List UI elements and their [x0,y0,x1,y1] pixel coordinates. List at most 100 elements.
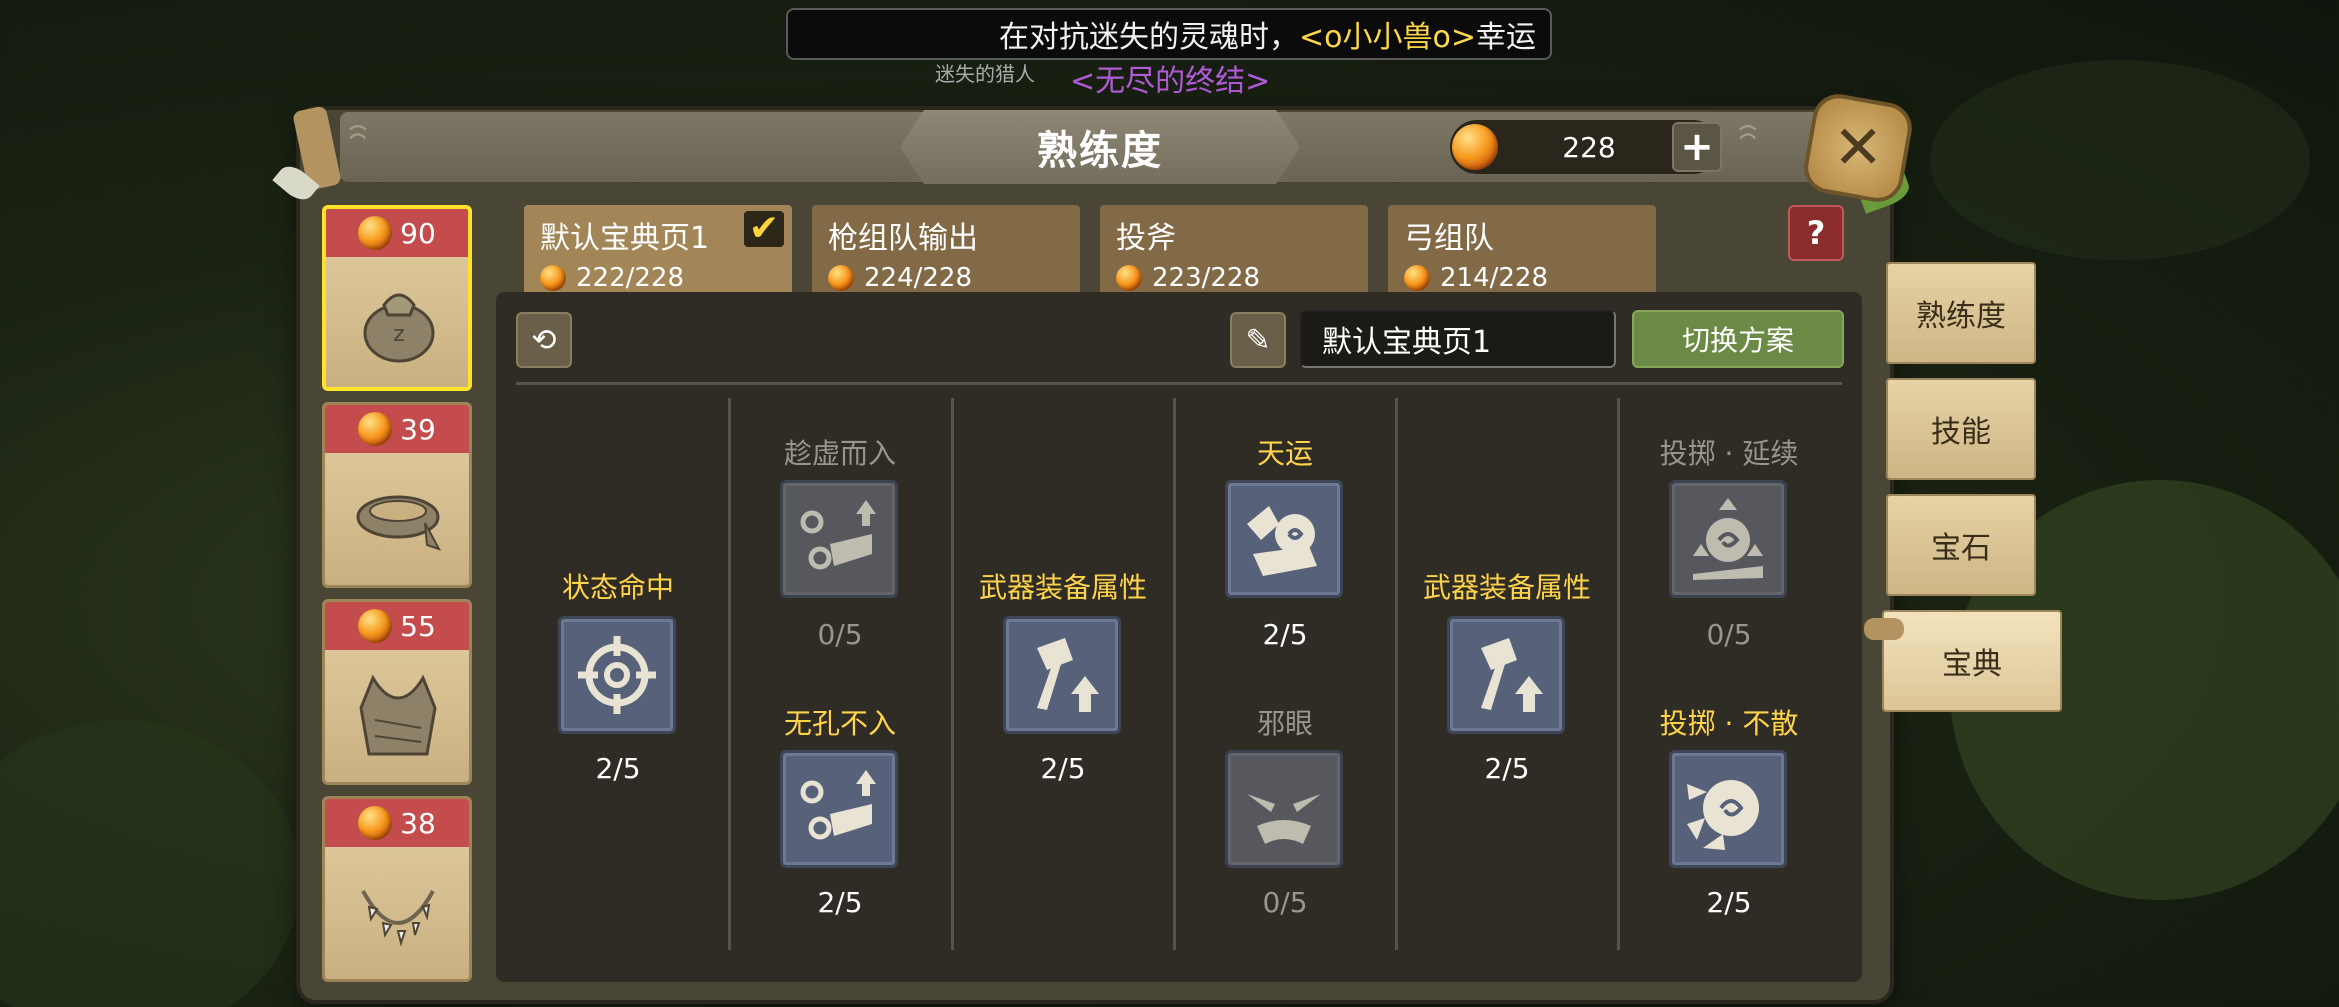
switch-plan-button[interactable]: 切换方案 [1632,310,1844,368]
skill-level: 2/5 [1262,618,1308,651]
svg-text:z: z [393,322,405,347]
vest-icon [359,674,437,756]
orb-currency-icon [358,806,393,840]
refresh-icon: ⟲ [531,322,557,358]
background-rocks [1930,60,2310,260]
swirl-burst-icon [1687,780,1759,850]
skill-name: 状态命中 [561,571,674,604]
item-card-necklace[interactable]: 38 [322,796,472,982]
item-card-belt[interactable]: 39 [322,402,472,588]
pouch-icon: z [363,293,435,363]
skill-name: 邪眼 [1256,707,1313,740]
item-cost: 90 [400,216,436,250]
skill-level: 2/5 [817,886,863,919]
swirl-arrows-icon [1693,498,1763,580]
necklace-icon [361,890,435,947]
title-plate: 熟练度 [900,110,1300,184]
column-divider [728,398,731,950]
skill-level: 2/5 [1040,752,1086,785]
orb-currency-icon [358,609,393,643]
side-tab-proficiency[interactable]: 熟练度 [1886,262,2036,364]
broadcast-notification: 在对抗迷失的灵魂时， <o小小兽o> 幸运 [786,8,1552,60]
hammer-up-icon [1481,638,1543,712]
orb-currency-icon [358,216,393,250]
throw-stones-icon [800,500,876,570]
orb-currency-icon [828,265,854,291]
guild-tag-label: <无尽的终结> [1070,64,1271,99]
side-tab-gems[interactable]: 宝石 [1886,494,2036,596]
skill-name: 投掷 · 延续 [1659,437,1799,470]
skill-name: 天运 [1256,437,1313,470]
skill-throw-unscatter[interactable] [1669,750,1787,868]
item-cost-badge: 38 [325,799,469,847]
page-tab-3[interactable]: 投斧 223/228 [1100,205,1368,293]
page-tab-name: 弓组队 [1404,221,1494,256]
skill-status-hit[interactable] [558,616,676,734]
checkmark-icon: ✔ [744,211,784,247]
background-foliage-left [0,720,300,1007]
side-tab-skills[interactable]: 技能 [1886,378,2036,480]
notification-player: <o小小兽o> [1299,20,1476,55]
notification-text-end: 幸运 [1476,20,1536,55]
page-tab-cost: 222/228 [540,263,776,293]
page-tab-cost: 224/228 [828,263,1064,293]
hammer-up-icon [1037,638,1099,712]
skill-level: 2/5 [595,752,641,785]
close-icon: ✕ [1832,113,1884,183]
column-divider [951,398,954,950]
page-tab-cost: 223/228 [1116,263,1352,293]
skill-level: 0/5 [1262,886,1308,919]
skill-name: 武器装备属性 [978,571,1147,604]
item-cost-badge: 90 [326,209,468,257]
page-tab-cost-value: 224/228 [864,263,973,293]
skill-weapon-attribute[interactable] [1003,616,1121,734]
evil-eye-icon [1247,794,1321,844]
throw-stones-icon [800,770,876,840]
item-cost: 39 [400,412,436,446]
skill-weapon-attribute-2[interactable] [1447,616,1565,734]
page-tab-name: 默认宝典页1 [540,221,710,256]
page-name-field[interactable] [1300,310,1616,368]
skill-name: 武器装备属性 [1422,571,1591,604]
pencil-icon: ✎ [1245,322,1271,358]
skill-infiltrate[interactable] [780,750,898,868]
npc-name-label: 迷失的猎人 [935,62,1035,86]
page-tab-cost-value: 214/228 [1440,263,1549,293]
item-card-pouch[interactable]: 90 z [322,205,472,391]
crosshair-icon [578,636,656,714]
column-divider [1395,398,1398,950]
fist-swirl-icon [1247,506,1317,576]
skill-exploit[interactable] [780,480,898,598]
help-button[interactable]: ? [1788,205,1844,261]
page-tab-cost: 214/228 [1404,263,1640,293]
item-cost-badge: 55 [325,602,469,650]
skill-evil-eye[interactable] [1225,750,1343,868]
scroll-hook-icon [1864,618,1904,640]
skill-level: 0/5 [817,618,863,651]
page-tab-cost-value: 223/228 [1152,263,1261,293]
skill-fortune[interactable] [1225,480,1343,598]
item-card-vest[interactable]: 55 [322,599,472,785]
orb-currency-icon [1404,265,1430,291]
page-tab-1[interactable]: 默认宝典页1 222/228 ✔ [524,205,792,293]
rename-button[interactable]: ✎ [1230,312,1286,368]
skill-throw-continue[interactable] [1669,480,1787,598]
reset-button[interactable]: ⟲ [516,312,572,368]
add-currency-button[interactable]: + [1672,122,1722,172]
skill-level: 2/5 [1484,752,1530,785]
orb-currency-icon [1116,265,1142,291]
page-tab-name: 投斧 [1116,221,1176,256]
close-button[interactable]: ✕ [1804,94,1912,202]
divider [516,382,1842,385]
page-tab-name: 枪组队输出 [828,221,978,256]
notification-text: 在对抗迷失的灵魂时， [999,20,1300,55]
page-tab-cost-value: 222/228 [576,263,685,293]
side-tab-codex[interactable]: 宝典 [1882,610,2062,712]
page-tab-2[interactable]: 枪组队输出 224/228 [812,205,1080,293]
column-divider [1173,398,1176,950]
page-tab-4[interactable]: 弓组队 214/228 [1388,205,1656,293]
item-cost-badge: 39 [325,405,469,453]
skill-name: 趁虚而入 [783,437,896,470]
page-title: 熟练度 [1037,128,1163,174]
skill-name: 无孔不入 [783,707,896,740]
